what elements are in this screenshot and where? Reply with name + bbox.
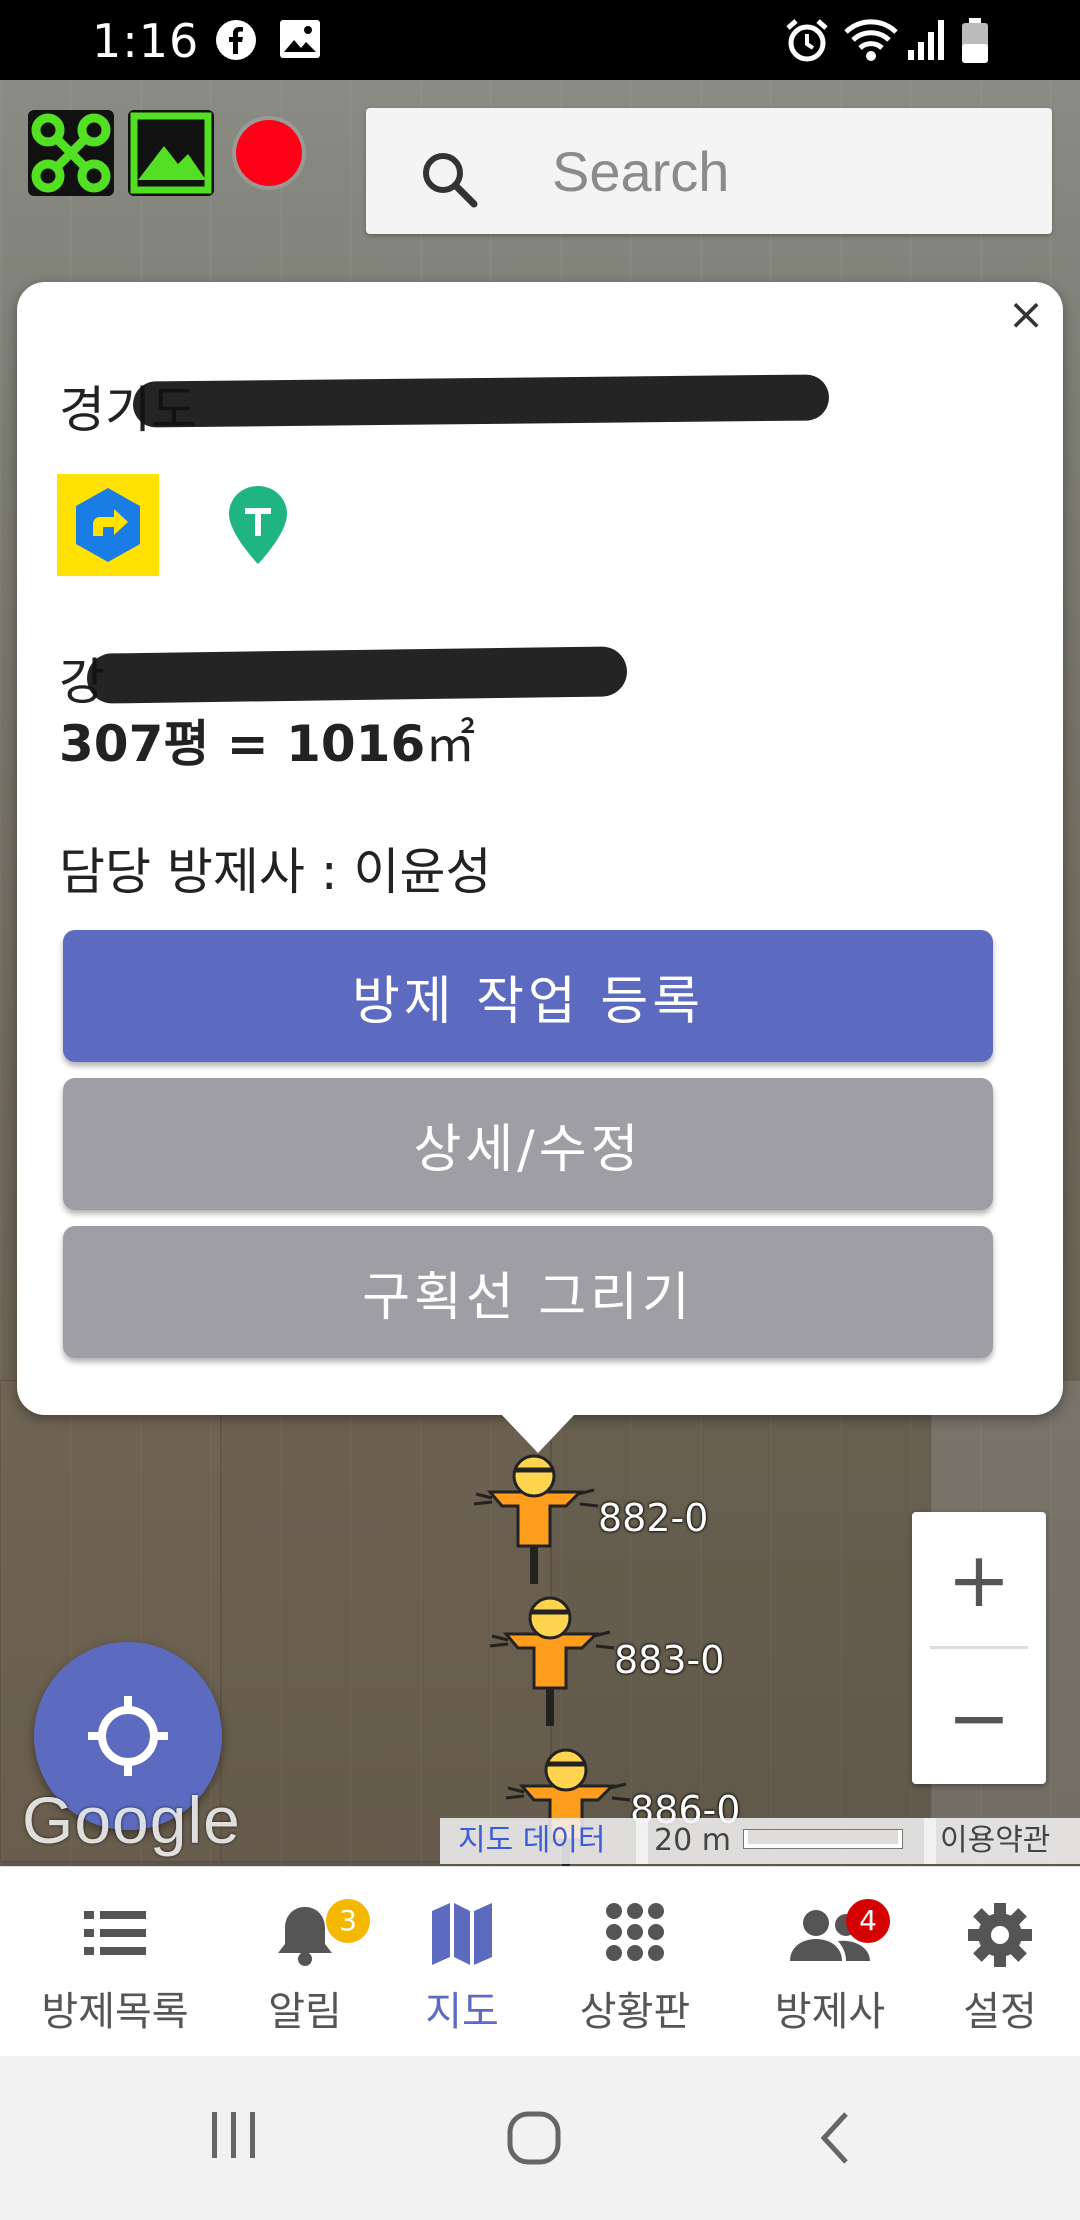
redaction-scribble: [86, 646, 628, 704]
tab-control-list[interactable]: 방제목록: [20, 1867, 210, 2057]
alarm-icon: [786, 19, 828, 62]
tab-operators[interactable]: 4 방제사: [740, 1867, 920, 2057]
tab-label: 상황판: [579, 1989, 691, 2035]
scale-indicator: 20 m: [636, 1818, 936, 1864]
tab-map[interactable]: 지도: [392, 1867, 532, 2057]
terrain-icon: [130, 112, 212, 194]
list-icon: [84, 1911, 146, 1955]
draw-boundary-button[interactable]: 구획선 그리기: [63, 1226, 993, 1358]
tab-label: 설정: [963, 1989, 1037, 2035]
detail-edit-button[interactable]: 상세/수정: [63, 1078, 993, 1210]
status-time: 1:16: [92, 14, 200, 68]
tab-label: 지도: [425, 1989, 499, 2035]
scarecrow-marker[interactable]: [470, 1448, 600, 1592]
zoom-out-button[interactable]: −: [912, 1650, 1046, 1784]
record-button[interactable]: [236, 120, 302, 186]
tab-label: 방제사: [774, 1989, 886, 2035]
navigation-icon: [76, 488, 140, 562]
bottom-navigation: 방제목록 3 알림 지도 상황판 4 방제사 설정: [0, 1866, 1080, 2057]
zoom-divider: [930, 1646, 1028, 1649]
scarecrow-marker[interactable]: [486, 1590, 616, 1734]
home-icon[interactable]: [504, 2108, 564, 2168]
zoom-control: + −: [912, 1512, 1046, 1784]
area-unit: ㎡: [425, 715, 476, 773]
search-input[interactable]: [550, 132, 1014, 210]
terms-link[interactable]: 이용약관: [924, 1818, 1080, 1864]
search-bar[interactable]: [366, 108, 1052, 234]
area-text: 307평 = 1016㎡: [59, 704, 475, 776]
popup-pointer: [500, 1413, 576, 1453]
manager-text: 담당 방제사 : 이윤성: [59, 843, 492, 901]
tab-settings[interactable]: 설정: [930, 1867, 1070, 2057]
zoom-in-button[interactable]: +: [912, 1512, 1046, 1646]
terrain-button[interactable]: [128, 110, 214, 196]
signal-icon: [908, 20, 944, 60]
scale-label: 20 m: [654, 1823, 731, 1858]
map-pin-icon: [229, 486, 287, 564]
kakao-navi-button[interactable]: [57, 474, 159, 576]
register-work-button[interactable]: 방제 작업 등록: [63, 930, 993, 1062]
tab-alerts[interactable]: 3 알림: [230, 1867, 380, 2057]
system-navigation-bar: [0, 2056, 1080, 2220]
marker-label: 883-0: [614, 1638, 725, 1682]
scale-bar: [744, 1830, 902, 1848]
back-icon[interactable]: [816, 2108, 856, 2168]
google-logo: Google: [22, 1783, 241, 1857]
gear-icon: [968, 1903, 1032, 1967]
redaction-scribble: [132, 374, 830, 428]
drone-icon: [31, 113, 111, 193]
recent-apps-icon[interactable]: [206, 2108, 262, 2164]
tab-label: 방제목록: [41, 1989, 189, 2035]
tab-dashboard[interactable]: 상황판: [560, 1867, 710, 2057]
grid-icon: [606, 1903, 664, 1961]
area-value: 307평 = 1016: [59, 715, 426, 773]
operator-count-badge: 4: [846, 1899, 890, 1943]
parcel-info-popup: × 경기도 강 307평 = 1016㎡ 담당 방제사 : 이윤성 방제 작업 …: [17, 282, 1063, 1415]
tmap-button[interactable]: [207, 474, 309, 576]
marker-label: 882-0: [598, 1496, 709, 1540]
map-icon: [432, 1903, 492, 1965]
alert-count-badge: 3: [326, 1899, 370, 1943]
facebook-icon: [216, 20, 256, 60]
scarecrow-icon: [489, 1596, 615, 1726]
status-bar: 1:16: [0, 0, 1080, 80]
drone-button[interactable]: [28, 110, 114, 196]
close-icon[interactable]: ×: [1003, 292, 1049, 338]
map-data-link[interactable]: 지도 데이터: [440, 1818, 648, 1864]
search-icon: [423, 153, 478, 208]
scarecrow-icon: [473, 1454, 599, 1584]
tab-label: 알림: [268, 1989, 342, 2035]
wifi-icon: [844, 19, 898, 61]
image-icon: [280, 20, 320, 58]
battery-icon: [962, 18, 988, 63]
